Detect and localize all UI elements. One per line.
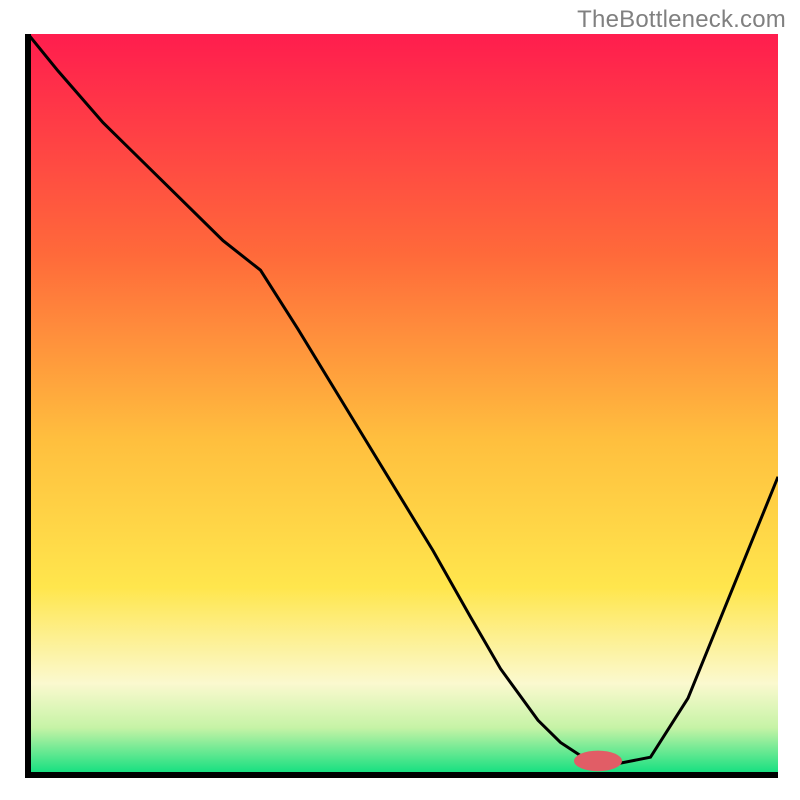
bottleneck-chart [22,34,778,778]
optimal-marker [574,751,622,772]
watermark-text: TheBottleneck.com [577,6,786,34]
chart-svg [22,34,778,778]
gradient-background [28,34,778,772]
